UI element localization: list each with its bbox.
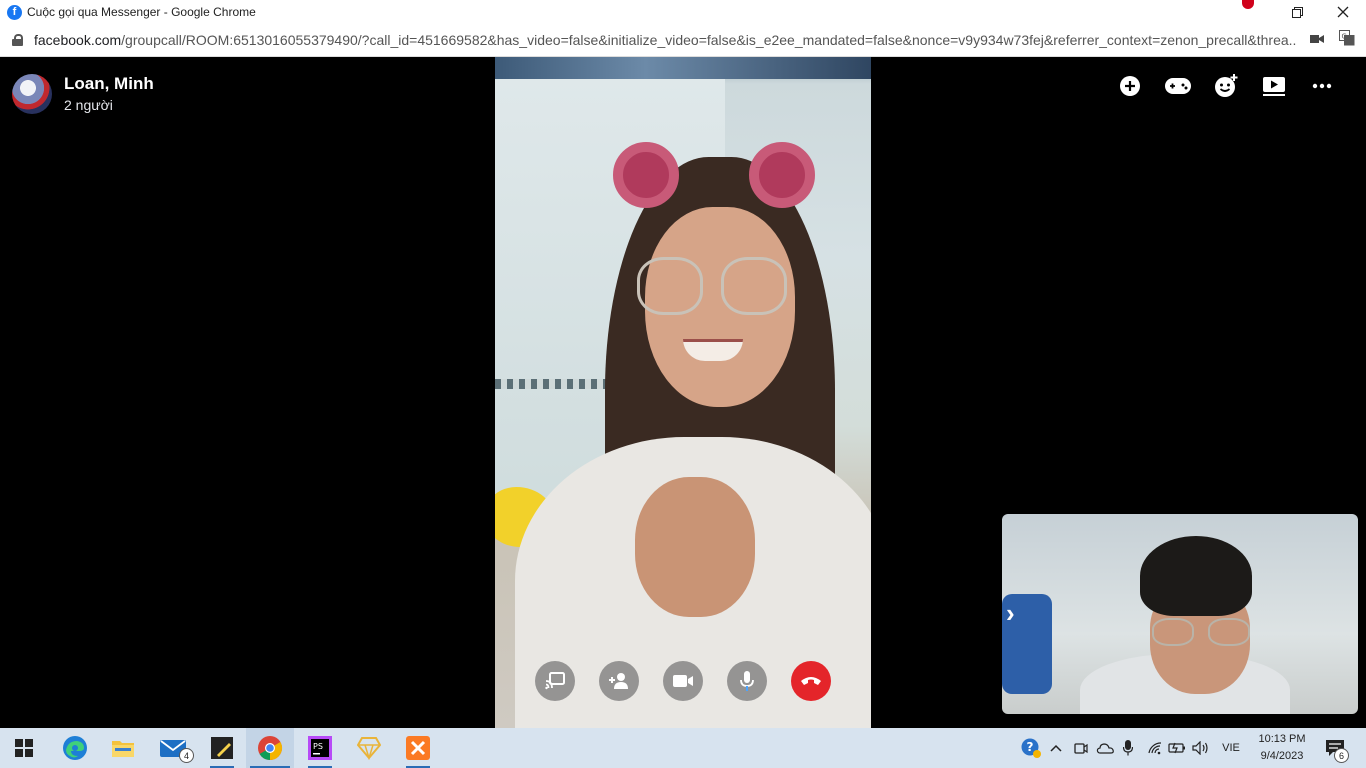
video-camera-icon[interactable] xyxy=(663,661,703,701)
phpstorm-icon[interactable]: PS xyxy=(296,728,344,768)
call-area: Loan, Minh 2 người › xyxy=(0,57,1366,728)
onedrive-icon[interactable] xyxy=(1094,728,1116,768)
camera-in-use-icon[interactable] xyxy=(1308,32,1326,46)
chevron-right-icon[interactable]: › xyxy=(1006,598,1015,629)
add-icon[interactable] xyxy=(1106,73,1154,99)
svg-text:PS: PS xyxy=(313,742,323,751)
language-indicator[interactable]: VIE xyxy=(1216,728,1246,768)
clock-date: 9/4/2023 xyxy=(1260,750,1304,762)
address-bar[interactable]: facebook.com/groupcall/ROOM:651301605537… xyxy=(0,24,1366,57)
battery-icon[interactable] xyxy=(1166,728,1188,768)
svg-text:G: G xyxy=(1342,33,1347,41)
share-screen-icon[interactable] xyxy=(535,661,575,701)
self-video-preview[interactable]: › xyxy=(1002,514,1358,714)
chevron-up-icon[interactable] xyxy=(1046,728,1066,768)
call-title: Loan, Minh xyxy=(64,74,154,93)
remote-video xyxy=(495,57,871,728)
effects-icon[interactable] xyxy=(1202,73,1250,99)
browser-title-bar: f Cuộc gọi qua Messenger - Google Chrome xyxy=(0,0,1366,24)
end-call-icon[interactable] xyxy=(791,661,831,701)
edge-icon[interactable] xyxy=(51,728,99,768)
help-icon[interactable]: ? xyxy=(1018,728,1044,768)
mail-badge: 4 xyxy=(179,748,194,763)
notification-center-icon[interactable]: 6 xyxy=(1318,728,1352,768)
mail-icon[interactable]: 4 xyxy=(149,728,197,768)
system-clock[interactable]: 10:13 PM 9/4/2023 xyxy=(1254,731,1310,765)
windows-taskbar: 4 PS ? VIE 10:13 PM 9/4/2023 6 xyxy=(0,728,1366,768)
more-icon[interactable] xyxy=(1298,73,1346,99)
window-title: Cuộc gọi qua Messenger - Google Chrome xyxy=(27,5,256,19)
windows-start-icon[interactable] xyxy=(0,728,48,768)
sticky-notes-icon[interactable] xyxy=(198,728,246,768)
notification-badge: 6 xyxy=(1334,748,1349,763)
svg-text:?: ? xyxy=(1027,740,1034,754)
microphone-tray-icon[interactable] xyxy=(1118,728,1138,768)
chrome-icon[interactable] xyxy=(246,728,294,768)
avatar[interactable] xyxy=(12,74,52,114)
wifi-icon[interactable] xyxy=(1144,728,1166,768)
close-button[interactable] xyxy=(1320,0,1366,24)
url-text[interactable]: facebook.com/groupcall/ROOM:651301605537… xyxy=(34,32,1296,48)
add-person-icon[interactable] xyxy=(599,661,639,701)
restore-button[interactable] xyxy=(1274,0,1320,24)
translate-icon[interactable]: G xyxy=(1338,30,1356,46)
call-controls xyxy=(535,661,831,701)
clock-time: 10:13 PM xyxy=(1258,733,1306,745)
xampp-icon[interactable] xyxy=(394,728,442,768)
facebook-icon: f xyxy=(7,4,22,20)
file-explorer-icon[interactable] xyxy=(99,728,147,768)
top-actions xyxy=(1106,73,1346,99)
game-controller-icon[interactable] xyxy=(1154,73,1202,99)
meet-now-icon[interactable] xyxy=(1070,728,1092,768)
play-icon[interactable] xyxy=(1250,73,1298,99)
lock-icon[interactable] xyxy=(12,34,23,46)
participant-count: 2 người xyxy=(64,97,113,113)
microphone-icon[interactable] xyxy=(727,661,767,701)
sketch-icon[interactable] xyxy=(345,728,393,768)
volume-icon[interactable] xyxy=(1190,728,1212,768)
